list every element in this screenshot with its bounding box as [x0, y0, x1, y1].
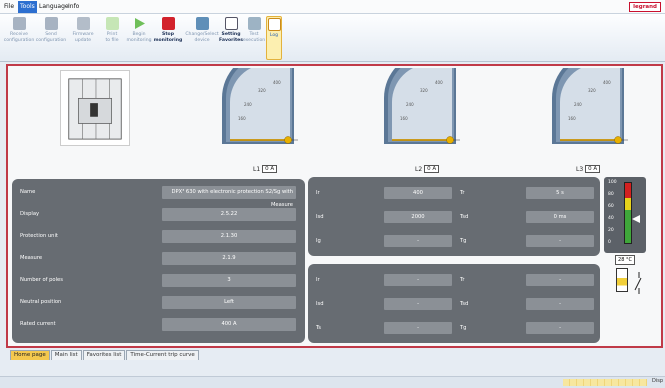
setting-value: -: [526, 298, 594, 310]
info-row-number-of-poles: Number of poles 3: [12, 271, 305, 289]
gauge-l2-value: 0 A: [424, 165, 440, 173]
setting-value: -: [526, 322, 594, 334]
setting-value: 400: [384, 187, 452, 199]
setting-value: -: [384, 322, 452, 334]
favorites-icon: [224, 17, 238, 30]
gauge-tick-label: 400: [435, 80, 443, 85]
send-config-icon: [44, 17, 58, 30]
gauge-tick-label: 160: [400, 116, 408, 121]
gauge-tick-label: 400: [273, 80, 281, 85]
tab-time-current-trip-curve[interactable]: Time-Current trip curve: [126, 350, 199, 360]
info-value: Left: [162, 296, 296, 309]
load-bar-meter: 100 80 60 40 20 0: [604, 177, 646, 253]
setting-value: 2000: [384, 211, 452, 223]
setting-value: -: [526, 235, 594, 247]
tab-main-list[interactable]: Main list: [50, 350, 82, 360]
device-info-panel: Name DPX³ 630 with electronic protection…: [12, 179, 305, 343]
info-row-protection-unit: Protection unit 2.1.30: [12, 227, 305, 245]
setting-value: -: [526, 274, 594, 286]
gauge-l3-value: 0 A: [585, 165, 601, 173]
brand-logo: legrand: [629, 2, 661, 12]
info-row-measure: Measure 2.1.9: [12, 249, 305, 267]
gauge-tick-label: 400: [603, 80, 611, 85]
send-configuration-button[interactable]: Send configuration: [35, 16, 67, 60]
firmware-update-button[interactable]: Firmware update: [68, 16, 98, 60]
temperature-readout: 28 °C: [615, 255, 635, 265]
gauge-tick-label: 240: [244, 102, 252, 107]
gauge-tick-label: 320: [588, 88, 596, 93]
test-execution-button[interactable]: Test execution: [243, 16, 265, 60]
gauge-l1-value: 0 A: [262, 165, 278, 173]
gauge-l3-label: L3 0 A: [576, 165, 601, 173]
test-icon: [247, 17, 261, 30]
info-value: 400 A: [162, 318, 296, 331]
gauge-tick-label: 320: [258, 88, 266, 93]
gauge-l1: 400 320 240 160: [222, 68, 298, 144]
play-icon: [134, 18, 145, 29]
log-button[interactable]: Log: [266, 16, 282, 60]
status-text: Disp: [652, 378, 664, 384]
info-row-rated-current: Rated current 400 A: [12, 315, 305, 333]
level-bar: [624, 182, 632, 244]
change-select-device-button[interactable]: Change/Select device: [184, 16, 220, 60]
print-to-file-button[interactable]: Print to file: [101, 16, 123, 60]
gauge-l3: 400 320 240 160: [552, 68, 628, 144]
gauge-tick-label: 160: [568, 116, 576, 121]
gauge-tick-label: 240: [406, 102, 414, 107]
gauge-tick-label: 160: [238, 116, 246, 121]
info-value: DPX³ 630 with electronic protection S2/S…: [162, 186, 296, 208]
begin-monitoring-button[interactable]: Begin monitoring: [125, 16, 153, 60]
setting-favorites-button[interactable]: Setting Favorites: [219, 16, 243, 60]
device-icon: [195, 17, 209, 30]
menu-tools[interactable]: Tools: [18, 1, 37, 13]
setting-value: -: [384, 235, 452, 247]
info-value: 2.1.9: [162, 252, 296, 265]
gauge-l2: 400 320 240 160: [384, 68, 460, 144]
info-row-name: Name DPX³ 630 with electronic protection…: [12, 183, 305, 208]
stop-monitoring-button[interactable]: Stop monitoring: [154, 16, 182, 60]
app-window: File Tools Language Info legrand Receive…: [0, 0, 665, 388]
gauge-tick-label: 240: [574, 102, 582, 107]
menu-bar: File Tools Language Info legrand: [0, 0, 665, 14]
switch-open-icon: [634, 272, 642, 294]
print-icon: [105, 17, 119, 30]
ribbon-toolbar: Receive configuration Send configuration…: [0, 14, 665, 62]
setting-value: 0 ms: [526, 211, 594, 223]
breaker-image: [60, 70, 130, 146]
tab-favorites-list[interactable]: Favorites list: [82, 350, 126, 360]
receive-configuration-button[interactable]: Receive configuration: [4, 16, 34, 60]
gauge-l2-label: L2 0 A: [415, 165, 440, 173]
receive-config-icon: [12, 17, 26, 30]
page-tabs: Home page Main list Favorites list Time-…: [10, 350, 199, 360]
gauge-l1-label: L1 0 A: [253, 165, 278, 173]
info-row-neutral-position: Neutral position Left: [12, 293, 305, 311]
level-pointer-icon: [632, 215, 640, 223]
menu-file[interactable]: File: [2, 1, 16, 13]
gauge-tick-label: 320: [420, 88, 428, 93]
info-row-display: Display 2.5.22: [12, 205, 305, 223]
firmware-update-icon: [76, 17, 90, 30]
home-page-panel: 400 320 240 160 L1 0 A 400 320 240 160 L…: [6, 64, 663, 348]
secondary-settings-panel: Ir - Tr - Isd - Tsd - Ts - Tg -: [308, 264, 600, 343]
info-value: 2.5.22: [162, 208, 296, 221]
info-value: 2.1.30: [162, 230, 296, 243]
setting-value: 5 s: [526, 187, 594, 199]
breaker-state-icon: [616, 268, 628, 292]
menu-info[interactable]: Info: [66, 1, 81, 13]
log-icon: [267, 18, 281, 31]
info-value: 3: [162, 274, 296, 287]
stop-icon: [161, 17, 175, 30]
tab-home-page[interactable]: Home page: [10, 350, 50, 360]
setting-value: -: [384, 298, 452, 310]
setting-value: -: [384, 274, 452, 286]
protection-settings-panel: Ir 400 Tr 5 s Isd 2000 Tsd 0 ms Ig - Tg …: [308, 177, 600, 256]
status-progress: [563, 379, 647, 386]
